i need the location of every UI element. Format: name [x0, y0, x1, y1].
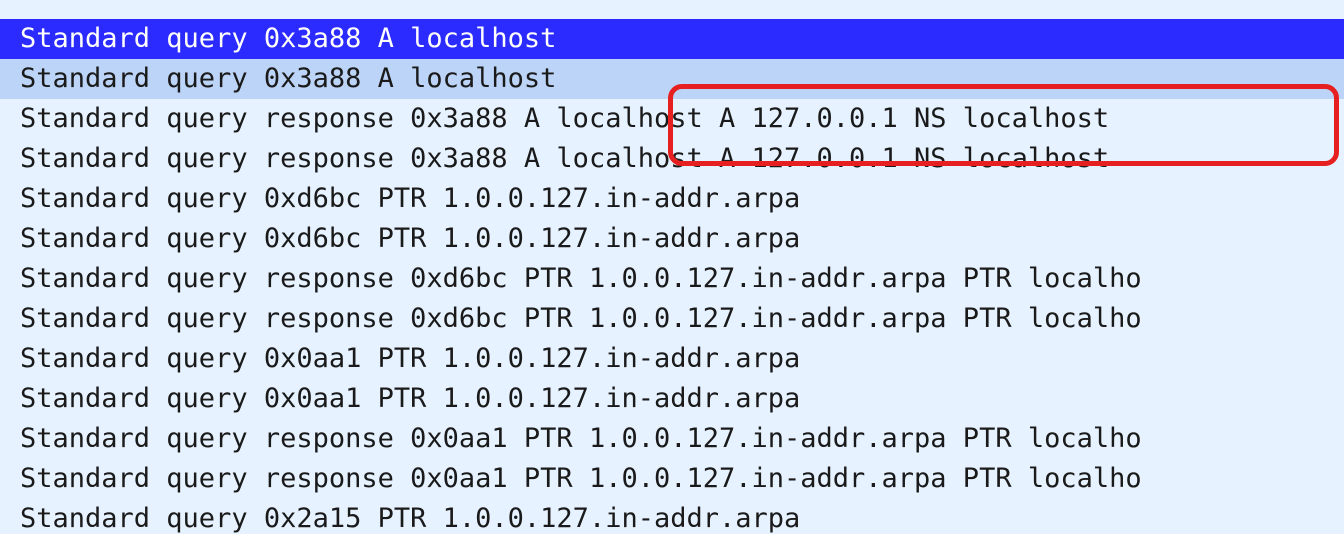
- table-row[interactable]: Standard query 0x0aa1 PTR 1.0.0.127.in-a…: [0, 379, 1344, 419]
- table-row[interactable]: Standard query response 0x3a88 A localho…: [0, 99, 1344, 139]
- packet-info: Standard query 0x2a15 PTR 1.0.0.127.in-a…: [20, 503, 800, 534]
- table-row[interactable]: Standard query 0x2a15 PTR 1.0.0.127.in-a…: [0, 499, 1344, 534]
- packet-info: Standard query response 0x0aa1 PTR 1.0.0…: [20, 423, 1142, 454]
- table-row[interactable]: Standard query response 0x0aa1 PTR 1.0.0…: [0, 459, 1344, 499]
- packet-info: Standard query response 0xd6bc PTR 1.0.0…: [20, 263, 1142, 294]
- table-row[interactable]: Standard query 0xd6bc PTR 1.0.0.127.in-a…: [0, 219, 1344, 259]
- packet-info: Standard query response 0xd6bc PTR 1.0.0…: [20, 303, 1142, 334]
- table-row[interactable]: Standard query 0x0aa1 PTR 1.0.0.127.in-a…: [0, 339, 1344, 379]
- packet-list[interactable]: Standard query 0x3a88 A localhost Standar…: [0, 0, 1344, 534]
- packet-info: Standard query 0x3a88 A localhost: [20, 63, 556, 94]
- packet-info: Standard query 0x0aa1 PTR 1.0.0.127.in-a…: [20, 383, 800, 414]
- packet-info: Standard query 0xd6bc PTR 1.0.0.127.in-a…: [20, 223, 800, 254]
- table-row[interactable]: Standard query 0xd6bc PTR 1.0.0.127.in-a…: [0, 179, 1344, 219]
- packet-info: Standard query 0x3a88 A localhost: [20, 23, 556, 54]
- packet-info: Standard query 0x0aa1 PTR 1.0.0.127.in-a…: [20, 343, 800, 374]
- table-row[interactable]: Standard query response 0x0aa1 PTR 1.0.0…: [0, 419, 1344, 459]
- table-row[interactable]: Standard query 0x3a88 A localhost: [0, 59, 1344, 99]
- table-row[interactable]: Standard query response 0xd6bc PTR 1.0.0…: [0, 299, 1344, 339]
- table-row[interactable]: [0, 0, 1344, 19]
- table-row[interactable]: Standard query response 0x3a88 A localho…: [0, 139, 1344, 179]
- packet-info: Standard query response 0x3a88 A localho…: [20, 143, 1109, 174]
- packet-info: Standard query 0xd6bc PTR 1.0.0.127.in-a…: [20, 183, 800, 214]
- packet-info: Standard query response 0x0aa1 PTR 1.0.0…: [20, 463, 1142, 494]
- table-row[interactable]: Standard query response 0xd6bc PTR 1.0.0…: [0, 259, 1344, 299]
- table-row[interactable]: Standard query 0x3a88 A localhost: [0, 19, 1344, 59]
- packet-info: Standard query response 0x3a88 A localho…: [20, 103, 1109, 134]
